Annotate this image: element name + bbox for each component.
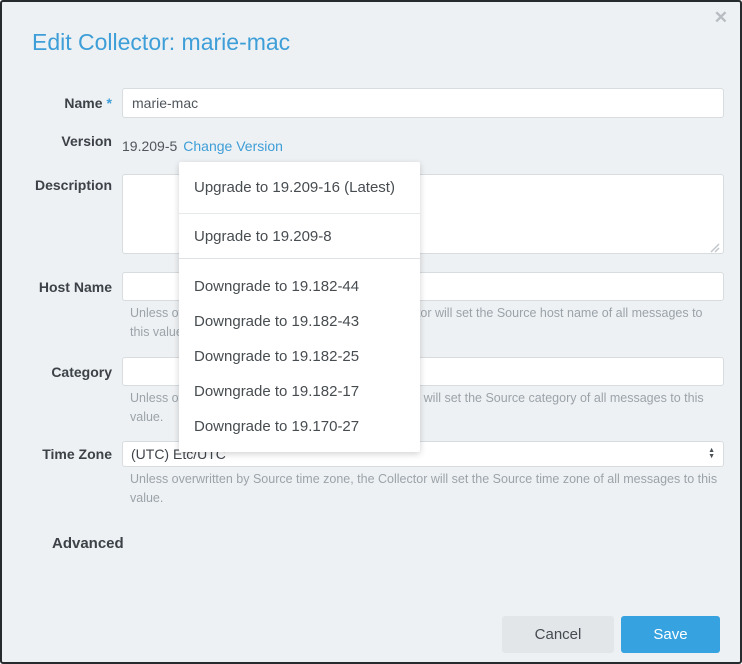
time-zone-label: Time Zone bbox=[2, 440, 112, 467]
menu-item-upgrade-latest[interactable]: Upgrade to 19.209-16 (Latest) bbox=[179, 162, 420, 214]
name-label: Name * bbox=[2, 88, 112, 118]
version-label: Version bbox=[2, 132, 112, 150]
category-label: Category bbox=[2, 357, 112, 386]
menu-item-downgrade[interactable]: Downgrade to 19.170-27 bbox=[179, 409, 420, 444]
downgrade-group: Downgrade to 19.182-44 Downgrade to 19.1… bbox=[179, 259, 420, 444]
dialog-title: Edit Collector: marie-mac bbox=[32, 29, 290, 56]
menu-item-upgrade[interactable]: Upgrade to 19.209-8 bbox=[179, 214, 420, 259]
menu-item-downgrade[interactable]: Downgrade to 19.182-25 bbox=[179, 339, 420, 374]
advanced-section-label: Advanced bbox=[52, 535, 124, 552]
resize-handle-icon[interactable] bbox=[708, 240, 720, 252]
edit-collector-dialog: ✕ Edit Collector: marie-mac Name * Versio… bbox=[0, 0, 742, 664]
change-version-menu: Upgrade to 19.209-16 (Latest) Upgrade to… bbox=[179, 162, 420, 452]
host-name-label: Host Name bbox=[2, 272, 112, 301]
name-label-text: Name bbox=[64, 95, 102, 111]
time-zone-help: Unless overwritten by Source time zone, … bbox=[130, 470, 722, 508]
version-value: 19.209-5 bbox=[122, 138, 177, 154]
name-input[interactable] bbox=[122, 88, 724, 118]
version-line: 19.209-5 Change Version bbox=[122, 138, 283, 154]
menu-item-downgrade[interactable]: Downgrade to 19.182-17 bbox=[179, 374, 420, 409]
menu-item-downgrade[interactable]: Downgrade to 19.182-43 bbox=[179, 304, 420, 339]
select-stepper-icon: ▲▼ bbox=[708, 448, 715, 460]
description-label: Description bbox=[2, 174, 112, 196]
required-asterisk: * bbox=[107, 95, 112, 111]
cancel-button[interactable]: Cancel bbox=[502, 616, 614, 653]
change-version-link[interactable]: Change Version bbox=[183, 138, 283, 154]
save-button[interactable]: Save bbox=[621, 616, 720, 653]
close-icon[interactable]: ✕ bbox=[714, 8, 728, 28]
menu-item-downgrade[interactable]: Downgrade to 19.182-44 bbox=[179, 269, 420, 304]
